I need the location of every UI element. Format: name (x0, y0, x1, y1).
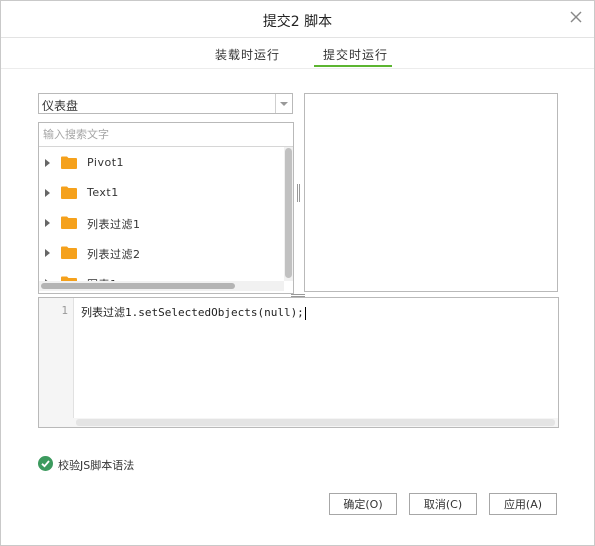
script-dialog: 提交2 脚本 装载时运行 提交时运行 仪表盘 Pivot1 (0, 0, 595, 546)
search-input[interactable] (39, 123, 293, 147)
folder-icon (61, 186, 77, 199)
tree-item[interactable]: Pivot1 (39, 153, 284, 175)
scrollbar-thumb[interactable] (285, 148, 292, 278)
source-select[interactable]: 仪表盘 (38, 93, 293, 114)
script-editor[interactable]: 1 列表过滤1.setSelectedObjects(null); (38, 297, 559, 428)
line-number: 1 (61, 304, 68, 317)
tree-item-label: Text1 (87, 186, 119, 199)
vertical-splitter-handle[interactable] (296, 184, 302, 202)
code-text: 列表过滤1.setSelectedObjects(null); (81, 306, 304, 319)
folder-icon (61, 246, 77, 259)
title-bar: 提交2 脚本 (1, 1, 594, 38)
text-caret (304, 306, 306, 320)
tree-item-label: Pivot1 (87, 156, 124, 169)
scrollbar-thumb[interactable] (76, 419, 555, 426)
tree-vertical-scrollbar[interactable] (284, 147, 293, 281)
line-number-gutter: 1 (39, 298, 74, 427)
expand-arrow-icon[interactable] (45, 219, 50, 227)
expand-arrow-icon[interactable] (45, 189, 50, 197)
folder-icon (61, 216, 77, 229)
cancel-button[interactable]: 取消(C) (409, 493, 477, 515)
apply-button[interactable]: 应用(A) (489, 493, 557, 515)
validate-js-label: 校验JS脚本语法 (58, 459, 135, 472)
tree-item[interactable]: Text1 (39, 183, 284, 205)
close-icon[interactable] (567, 8, 585, 26)
tree-horizontal-scrollbar[interactable] (39, 281, 284, 291)
check-circle-icon[interactable] (38, 456, 53, 471)
code-line[interactable]: 列表过滤1.setSelectedObjects(null); (81, 304, 306, 320)
tab-on-load[interactable]: 装载时运行 (215, 46, 280, 63)
ok-button[interactable]: 确定(O) (329, 493, 397, 515)
tree-item[interactable]: 列表过滤2 (39, 243, 284, 265)
tree-item[interactable]: 列表过滤1 (39, 213, 284, 235)
expand-arrow-icon[interactable] (45, 249, 50, 257)
chevron-down-icon[interactable] (275, 94, 292, 113)
object-tree-panel: Pivot1 Text1 列表过滤1 列表过滤2 (38, 122, 294, 294)
scrollbar-thumb[interactable] (41, 283, 235, 289)
dialog-title: 提交2 脚本 (262, 14, 333, 30)
source-select-value: 仪表盘 (42, 99, 79, 113)
object-detail-panel (304, 93, 558, 292)
tab-bar: 装载时运行 提交时运行 (1, 38, 594, 69)
tab-on-submit[interactable]: 提交时运行 (323, 46, 388, 63)
active-tab-indicator (314, 65, 392, 67)
tree-item-label: 列表过滤2 (87, 248, 141, 261)
editor-horizontal-scrollbar[interactable] (39, 418, 558, 427)
tree-item-label: 列表过滤1 (87, 218, 141, 231)
expand-arrow-icon[interactable] (45, 159, 50, 167)
folder-icon (61, 156, 77, 169)
